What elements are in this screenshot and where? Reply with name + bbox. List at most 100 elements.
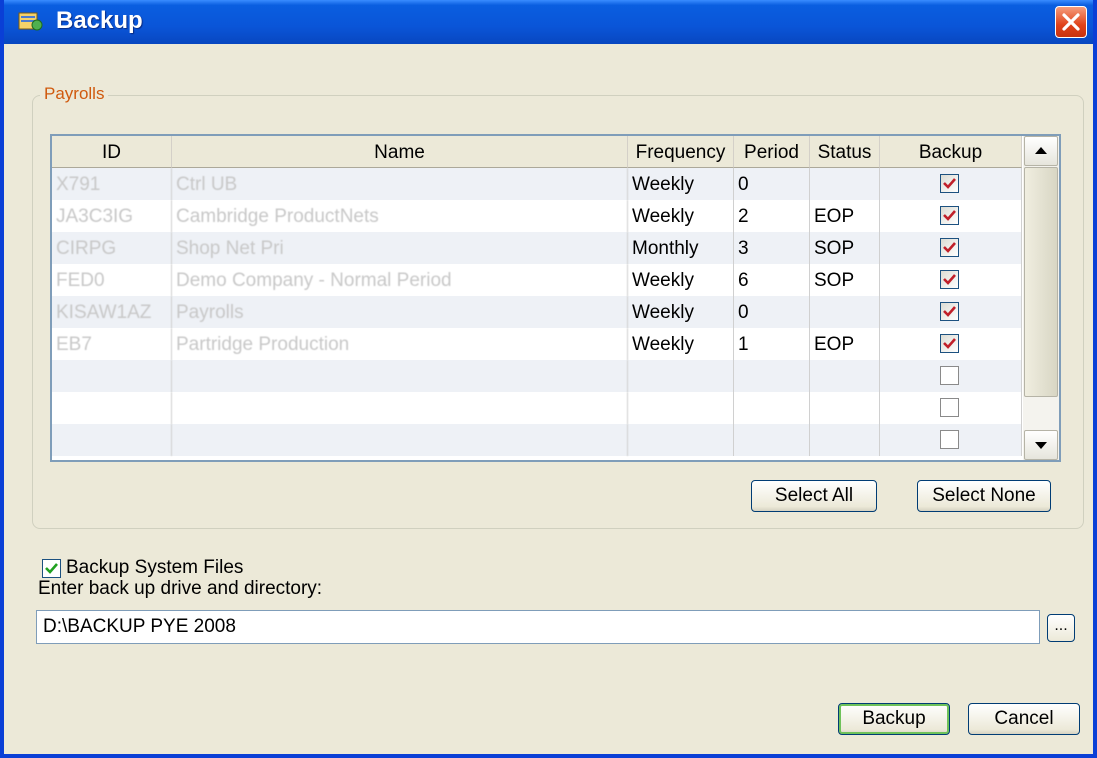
cell-id: FED0	[52, 264, 172, 296]
scroll-thumb[interactable]	[1024, 167, 1058, 397]
table-row[interactable]: X791 Ctrl UB Weekly 0	[52, 168, 1022, 200]
scroll-down-button[interactable]	[1024, 430, 1058, 460]
close-button[interactable]	[1055, 6, 1087, 38]
cell-period: 2	[734, 200, 810, 232]
column-header-status[interactable]: Status	[810, 136, 880, 168]
backup-button[interactable]: Backup	[838, 703, 950, 735]
table-row[interactable]: FED0 Demo Company - Normal Period Weekly 6 S…	[52, 264, 1022, 296]
column-header-period[interactable]: Period	[734, 136, 810, 168]
directory-label: Enter back up drive and directory:	[38, 578, 323, 599]
cell-name	[172, 424, 628, 456]
backup-checkbox[interactable]	[940, 366, 959, 385]
cell-backup	[880, 328, 1022, 360]
backup-checkbox[interactable]	[940, 398, 959, 417]
title-bar[interactable]: Backup	[4, 0, 1093, 44]
cell-id: JA3C3IG	[52, 200, 172, 232]
backup-checkbox[interactable]	[940, 334, 959, 353]
cell-backup	[880, 392, 1022, 424]
checkmark-icon	[943, 178, 956, 189]
cell-frequency	[628, 392, 734, 424]
cell-frequency: Weekly	[628, 200, 734, 232]
column-header-frequency[interactable]: Frequency	[628, 136, 734, 168]
checkmark-icon	[943, 242, 956, 253]
column-header-name[interactable]: Name	[172, 136, 628, 168]
cell-frequency	[628, 424, 734, 456]
cell-status: SOP	[810, 232, 880, 264]
cell-period: 6	[734, 264, 810, 296]
cell-period: 3	[734, 232, 810, 264]
cell-name: Payrolls	[172, 296, 628, 328]
cell-id: X791	[52, 168, 172, 200]
checkmark-icon	[943, 338, 956, 349]
backup-checkbox[interactable]	[940, 206, 959, 225]
window-title: Backup	[56, 7, 143, 34]
cell-name	[172, 392, 628, 424]
select-all-button[interactable]: Select All	[751, 480, 877, 512]
cell-frequency: Weekly	[628, 328, 734, 360]
backup-checkbox[interactable]	[940, 270, 959, 289]
cell-name: Cambridge ProductNets	[172, 200, 628, 232]
cell-frequency: Weekly	[628, 264, 734, 296]
cell-status	[810, 424, 880, 456]
cell-period: 1	[734, 328, 810, 360]
cell-name: Demo Company - Normal Period	[172, 264, 628, 296]
cell-name: Ctrl UB	[172, 168, 628, 200]
cell-name: Partridge Production	[172, 328, 628, 360]
cancel-button[interactable]: Cancel	[968, 703, 1080, 735]
cell-period	[734, 360, 810, 392]
table-row[interactable]	[52, 392, 1022, 424]
backup-checkbox[interactable]	[940, 238, 959, 257]
cell-period: 0	[734, 296, 810, 328]
checkmark-icon	[943, 306, 956, 317]
backup-dialog: Backup Payrolls ID Name Frequency Period…	[0, 0, 1097, 758]
backup-checkbox[interactable]	[940, 302, 959, 321]
cell-id: KISAW1AZ	[52, 296, 172, 328]
cell-status: EOP	[810, 328, 880, 360]
cell-period: 0	[734, 168, 810, 200]
table-row[interactable]: KISAW1AZ Payrolls Weekly 0	[52, 296, 1022, 328]
directory-input[interactable]: D:\BACKUP PYE 2008	[36, 610, 1040, 644]
cell-frequency: Monthly	[628, 232, 734, 264]
cell-id	[52, 392, 172, 424]
cell-status	[810, 360, 880, 392]
cell-backup	[880, 232, 1022, 264]
cell-status: SOP	[810, 264, 880, 296]
cell-backup	[880, 296, 1022, 328]
table-row[interactable]	[52, 424, 1022, 456]
cell-backup	[880, 200, 1022, 232]
cell-id: EB7	[52, 328, 172, 360]
cell-name	[172, 360, 628, 392]
browse-button[interactable]: ...	[1047, 614, 1075, 642]
column-header-backup[interactable]: Backup	[880, 136, 1022, 168]
cell-status: EOP	[810, 200, 880, 232]
cell-frequency: Weekly	[628, 296, 734, 328]
cell-frequency: Weekly	[628, 168, 734, 200]
backup-system-files-checkbox[interactable]	[42, 559, 61, 578]
backup-checkbox[interactable]	[940, 174, 959, 193]
close-icon	[1062, 13, 1080, 31]
cell-id	[52, 424, 172, 456]
cell-period	[734, 392, 810, 424]
cell-status	[810, 392, 880, 424]
backup-checkbox[interactable]	[940, 430, 959, 449]
grid-header: ID Name Frequency Period Status Backup	[52, 136, 1022, 168]
checkmark-icon	[943, 210, 956, 221]
payrolls-grid[interactable]: ID Name Frequency Period Status Backup X…	[50, 134, 1061, 462]
cell-id	[52, 360, 172, 392]
payrolls-group-label: Payrolls	[40, 84, 109, 104]
table-row[interactable]: CIRPG Shop Net Pri Monthly 3 SOP	[52, 232, 1022, 264]
select-none-button[interactable]: Select None	[917, 480, 1051, 512]
table-row[interactable]	[52, 360, 1022, 392]
app-icon	[18, 10, 44, 34]
vertical-scrollbar[interactable]	[1023, 136, 1059, 460]
column-header-id[interactable]: ID	[52, 136, 172, 168]
cell-id: CIRPG	[52, 232, 172, 264]
checkmark-icon	[45, 563, 58, 574]
arrow-up-icon	[1035, 147, 1047, 154]
cell-backup	[880, 264, 1022, 296]
cell-name: Shop Net Pri	[172, 232, 628, 264]
cell-backup	[880, 360, 1022, 392]
table-row[interactable]: JA3C3IG Cambridge ProductNets Weekly 2 EOP	[52, 200, 1022, 232]
table-row[interactable]: EB7 Partridge Production Weekly 1 EOP	[52, 328, 1022, 360]
scroll-up-button[interactable]	[1024, 136, 1058, 166]
